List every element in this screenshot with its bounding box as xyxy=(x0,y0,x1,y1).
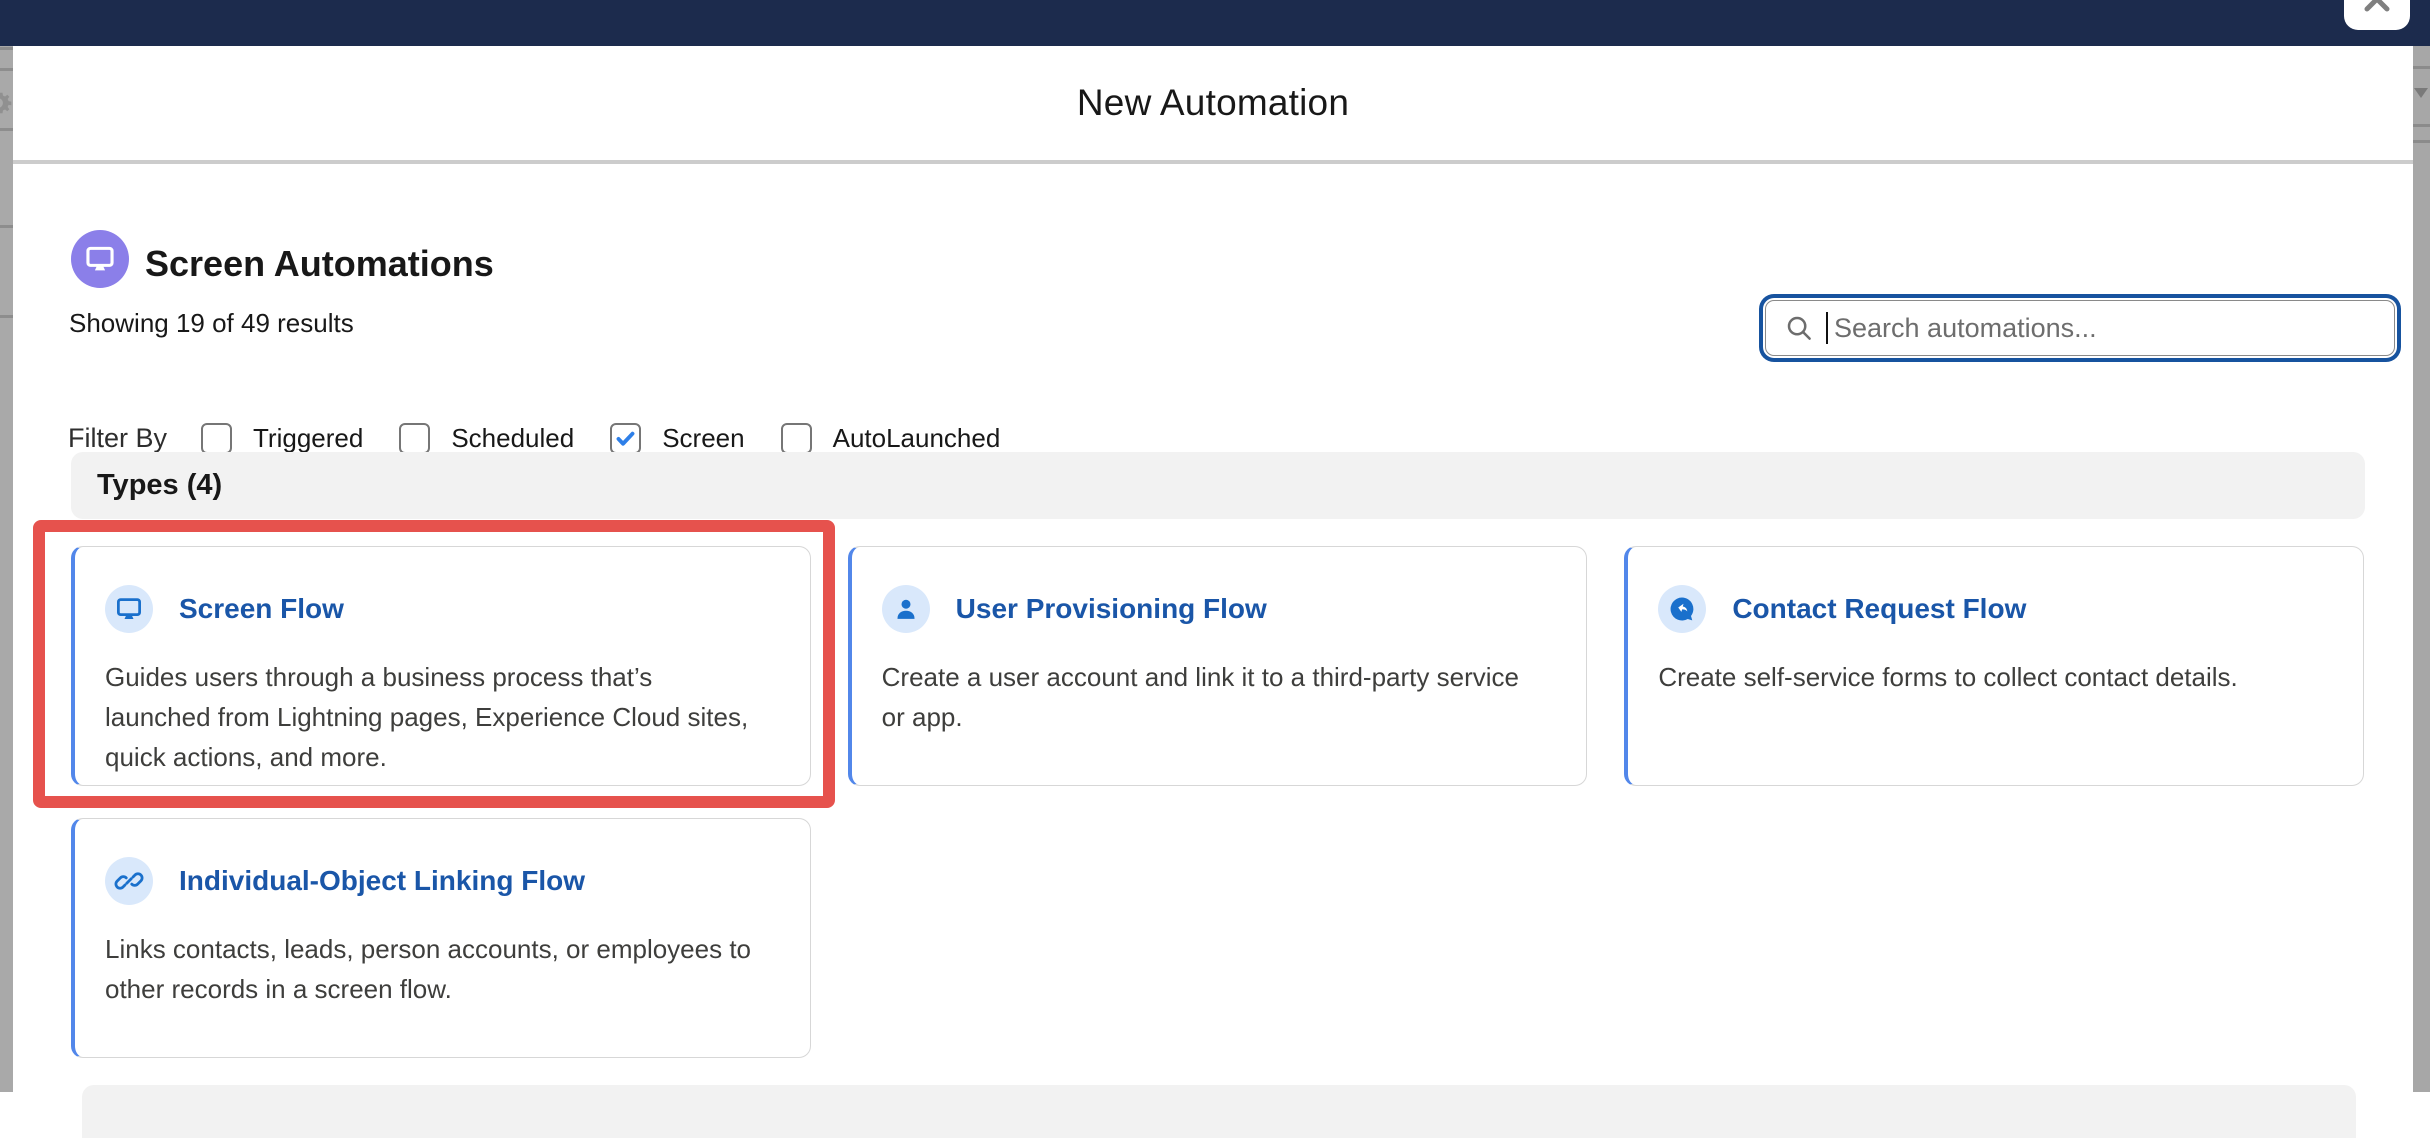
close-button[interactable] xyxy=(2344,0,2410,30)
filter-row: Filter By Triggered Scheduled xyxy=(68,423,1036,454)
automation-type-cards: Screen Flow Guides users through a busin… xyxy=(71,546,2364,1058)
checkbox-scheduled[interactable] xyxy=(399,423,430,454)
screen-automations-icon xyxy=(71,230,129,288)
filter-option-label: Screen xyxy=(662,423,744,454)
card-title[interactable]: Screen Flow xyxy=(179,593,344,625)
section-title: Screen Automations xyxy=(145,243,494,285)
modal-header: New Automation xyxy=(13,46,2413,160)
card-description: Create a user account and link it to a t… xyxy=(882,657,1557,737)
card-description: Create self-service forms to collect con… xyxy=(1658,657,2333,697)
card-description: Links contacts, leads, person accounts, … xyxy=(105,929,780,1009)
contact-request-icon xyxy=(1658,585,1706,633)
card-individual-object-linking-flow[interactable]: Individual-Object Linking Flow Links con… xyxy=(71,818,811,1058)
new-automation-modal: New Automation Screen Automations Showin… xyxy=(13,46,2413,1092)
modal-title: New Automation xyxy=(13,46,2413,160)
search-icon xyxy=(1784,313,1814,343)
top-bar xyxy=(0,0,2430,46)
search-input[interactable] xyxy=(1832,312,2376,345)
search-box[interactable] xyxy=(1765,300,2395,356)
card-title[interactable]: Contact Request Flow xyxy=(1732,593,2026,625)
next-section-header xyxy=(82,1085,2356,1138)
filter-option-label: Scheduled xyxy=(451,423,574,454)
card-description: Guides users through a business process … xyxy=(105,657,780,777)
filter-option-autolaunched[interactable]: AutoLaunched xyxy=(781,423,1001,454)
text-cursor xyxy=(1826,312,1828,344)
scrollbar[interactable] xyxy=(2413,46,2430,1092)
monitor-icon xyxy=(83,242,117,276)
filter-option-triggered[interactable]: Triggered xyxy=(201,423,363,454)
card-title[interactable]: Individual-Object Linking Flow xyxy=(179,865,585,897)
scroll-down-arrow-icon xyxy=(2414,88,2428,98)
filter-option-scheduled[interactable]: Scheduled xyxy=(399,423,574,454)
check-icon xyxy=(615,428,636,449)
card-title[interactable]: User Provisioning Flow xyxy=(956,593,1267,625)
link-icon xyxy=(105,857,153,905)
results-summary: Showing 19 of 49 results xyxy=(69,308,354,339)
card-screen-flow[interactable]: Screen Flow Guides users through a busin… xyxy=(71,546,811,786)
checkbox-screen[interactable] xyxy=(610,423,641,454)
filter-option-screen[interactable]: Screen xyxy=(610,423,744,454)
card-user-provisioning-flow[interactable]: User Provisioning Flow Create a user acc… xyxy=(848,546,1588,786)
header-divider xyxy=(13,160,2413,164)
types-section-header: Types (4) xyxy=(71,452,2365,519)
close-icon xyxy=(2358,0,2396,18)
monitor-icon xyxy=(105,585,153,633)
filter-option-label: AutoLaunched xyxy=(833,423,1001,454)
types-title: Types (4) xyxy=(97,469,222,502)
card-contact-request-flow[interactable]: Contact Request Flow Create self-service… xyxy=(1624,546,2364,786)
user-icon xyxy=(882,585,930,633)
checkbox-triggered[interactable] xyxy=(201,423,232,454)
background-page-left-edge xyxy=(0,46,13,1092)
filter-option-label: Triggered xyxy=(253,423,363,454)
checkbox-autolaunched[interactable] xyxy=(781,423,812,454)
filter-by-label: Filter By xyxy=(68,423,167,454)
